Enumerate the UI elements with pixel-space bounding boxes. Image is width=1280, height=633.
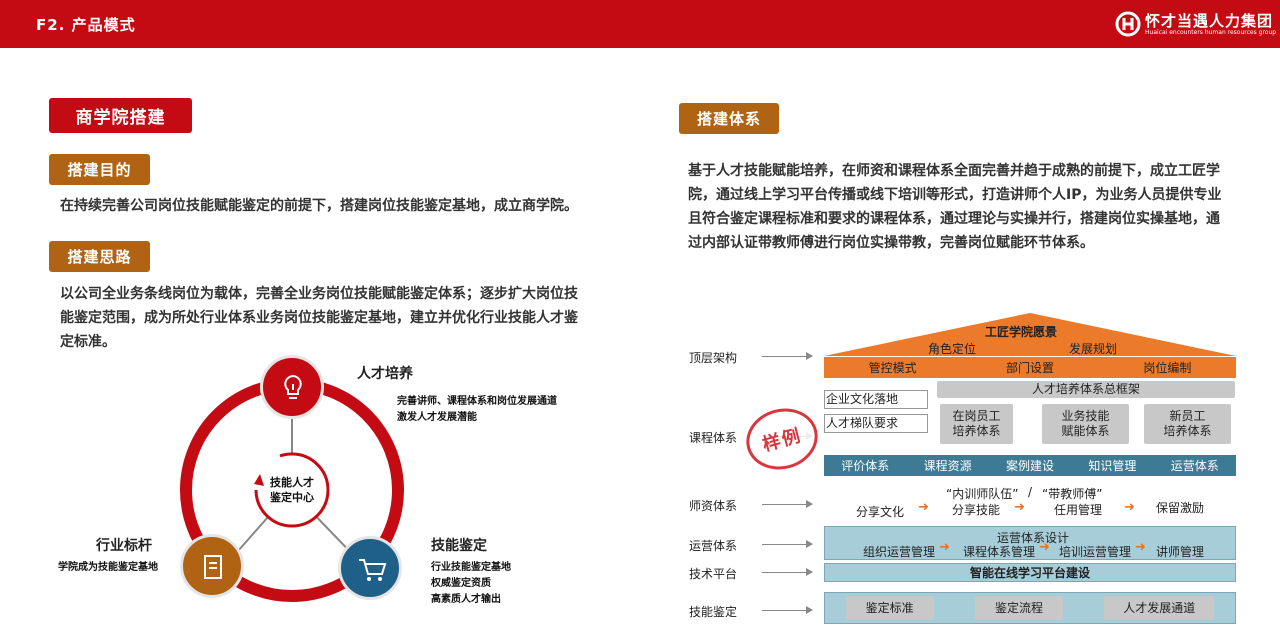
- top-bar-item: 岗位编制: [1143, 361, 1192, 375]
- flow-arrow-icon: ➜: [1014, 500, 1025, 515]
- flow-arrow-icon: ➜: [918, 500, 929, 515]
- skill-item: 鉴定流程: [974, 596, 1063, 620]
- course-left-item: 人才梯队要求: [824, 414, 928, 433]
- purpose-tag: 搭建目的: [49, 154, 150, 185]
- row-arrow: [762, 606, 813, 614]
- teacher-flow-item: 分享文化: [856, 505, 905, 519]
- flow-arrow-icon: ➜: [1039, 540, 1050, 555]
- roof-title: 工匠学院愿景: [985, 325, 1058, 339]
- skill-desc: 行业技能鉴定基地 权威鉴定资质 高素质人才输出: [431, 562, 511, 605]
- lightbulb-icon: [284, 374, 302, 399]
- benchmark-node: [180, 534, 244, 598]
- row-label-top: 顶层架构: [689, 351, 738, 365]
- ops-flow-item: 课程体系管理: [963, 545, 1036, 559]
- flow-arrow-icon: ➜: [1124, 500, 1135, 515]
- purpose-text: 在持续完善公司岗位技能赋能鉴定的前提下，搭建岗位技能鉴定基地，成立商学院。: [60, 198, 578, 214]
- talent-title: 人才培养: [357, 366, 413, 382]
- system-tag: 搭建体系: [679, 103, 779, 134]
- idea-tag: 搭建思路: [49, 241, 150, 272]
- course-left-item: 企业文化落地: [824, 390, 928, 409]
- logo-subtext: Huaicai encounters human resources group: [1145, 29, 1277, 36]
- top-bar-item: 管控模式: [868, 361, 917, 375]
- course-box: 新员工 培养体系: [1144, 404, 1231, 444]
- row-label-teacher: 师资体系: [689, 499, 738, 513]
- page-title: F2. 产品模式: [36, 16, 136, 34]
- talent-desc: 完善讲师、课程体系和岗位发展通道 激发人才发展潜能: [397, 396, 557, 423]
- ops-flow-item: 讲师管理: [1156, 545, 1205, 559]
- ops-flow-item: 培训运营管理: [1059, 545, 1132, 559]
- header-bar: F2. 产品模式 怀才当遇人力集团 Huaicai encounters hum…: [0, 0, 1280, 48]
- flow-arrow-icon: ➜: [939, 540, 950, 555]
- skill-item: 人才发展通道: [1104, 596, 1215, 620]
- roof-item: 角色定位: [928, 342, 977, 356]
- logo-text: 怀才当遇人力集团: [1145, 12, 1274, 30]
- row-arrow: [762, 352, 813, 360]
- row-arrow: [762, 540, 813, 548]
- teacher-flow-item: 任用管理: [1054, 503, 1103, 517]
- course-bottom-item: 评价体系: [841, 459, 890, 473]
- teacher-flow-item: 保留激励: [1156, 501, 1205, 515]
- row-label-ops: 运营体系: [689, 539, 738, 553]
- benchmark-title: 行业标杆: [96, 538, 152, 554]
- top-structure-bar: 管控模式 部门设置 岗位编制: [824, 357, 1236, 378]
- row-label-course: 课程体系: [689, 431, 738, 445]
- teacher-top-item: “内训师队伍”: [946, 487, 1019, 501]
- benchmark-desc: 学院成为技能鉴定基地: [58, 562, 158, 573]
- skill-node: [338, 536, 402, 600]
- teacher-flow-item: 分享技能: [952, 503, 1001, 517]
- row-label-skill: 技能鉴定: [689, 605, 738, 619]
- row-arrow: [762, 500, 813, 508]
- ops-bar: 运营体系设计 组织运营管理 ➜ 课程体系管理 ➜ 培训运营管理 ➜ 讲师管理: [824, 526, 1236, 560]
- course-box: 业务技能 赋能体系: [1042, 404, 1129, 444]
- sample-stamp-text: 样例: [760, 425, 805, 456]
- skill-appraisal-bar: 鉴定标准 鉴定流程 人才发展通道: [824, 592, 1236, 624]
- skill-item: 鉴定标准: [845, 596, 934, 620]
- row-label-tech: 技术平台: [689, 567, 738, 581]
- course-bottom-item: 知识管理: [1088, 459, 1137, 473]
- logo-icon: [1115, 11, 1141, 37]
- idea-text: 以公司全业务条线岗位为载体，完善全业务岗位技能赋能鉴定体系；逐步扩大岗位技能鉴定…: [60, 286, 578, 350]
- ops-flow-item: 组织运营管理: [863, 545, 936, 559]
- business-school-tag: 商学院搭建: [49, 98, 192, 133]
- company-logo: 怀才当遇人力集团 Huaicai encounters human resour…: [1115, 9, 1276, 41]
- talent-node: [260, 355, 324, 419]
- course-bottom-item: 案例建设: [1005, 459, 1054, 473]
- course-framework-header: 人才培养体系总框架: [937, 381, 1235, 398]
- course-bottom-item: 课程资源: [923, 459, 972, 473]
- skill-title: 技能鉴定: [431, 538, 487, 554]
- bookmark-icon: [204, 555, 222, 579]
- row-arrow: [762, 568, 813, 576]
- system-text: 基于人才技能赋能培养，在师资和课程体系全面完善并趋于成熟的前提下，成立工匠学院，…: [688, 163, 1222, 251]
- sample-stamp: 样例: [739, 400, 825, 478]
- top-bar-item: 部门设置: [1005, 361, 1054, 375]
- teacher-top-sep: /: [1028, 485, 1033, 499]
- course-bottom-bar: 评价体系 课程资源 案例建设 知识管理 运营体系: [824, 455, 1236, 476]
- teacher-top-item: “带教师傅”: [1042, 487, 1103, 501]
- course-bottom-item: 运营体系: [1170, 459, 1219, 473]
- course-box: 在岗员工 培养体系: [940, 404, 1013, 444]
- tech-platform-bar: 智能在线学习平台建设: [824, 563, 1236, 582]
- cycle-center-label: 技能人才 鉴定中心: [270, 476, 314, 504]
- flow-arrow-icon: ➜: [1135, 540, 1146, 555]
- roof-item: 发展规划: [1069, 342, 1118, 356]
- cart-icon: [359, 559, 387, 581]
